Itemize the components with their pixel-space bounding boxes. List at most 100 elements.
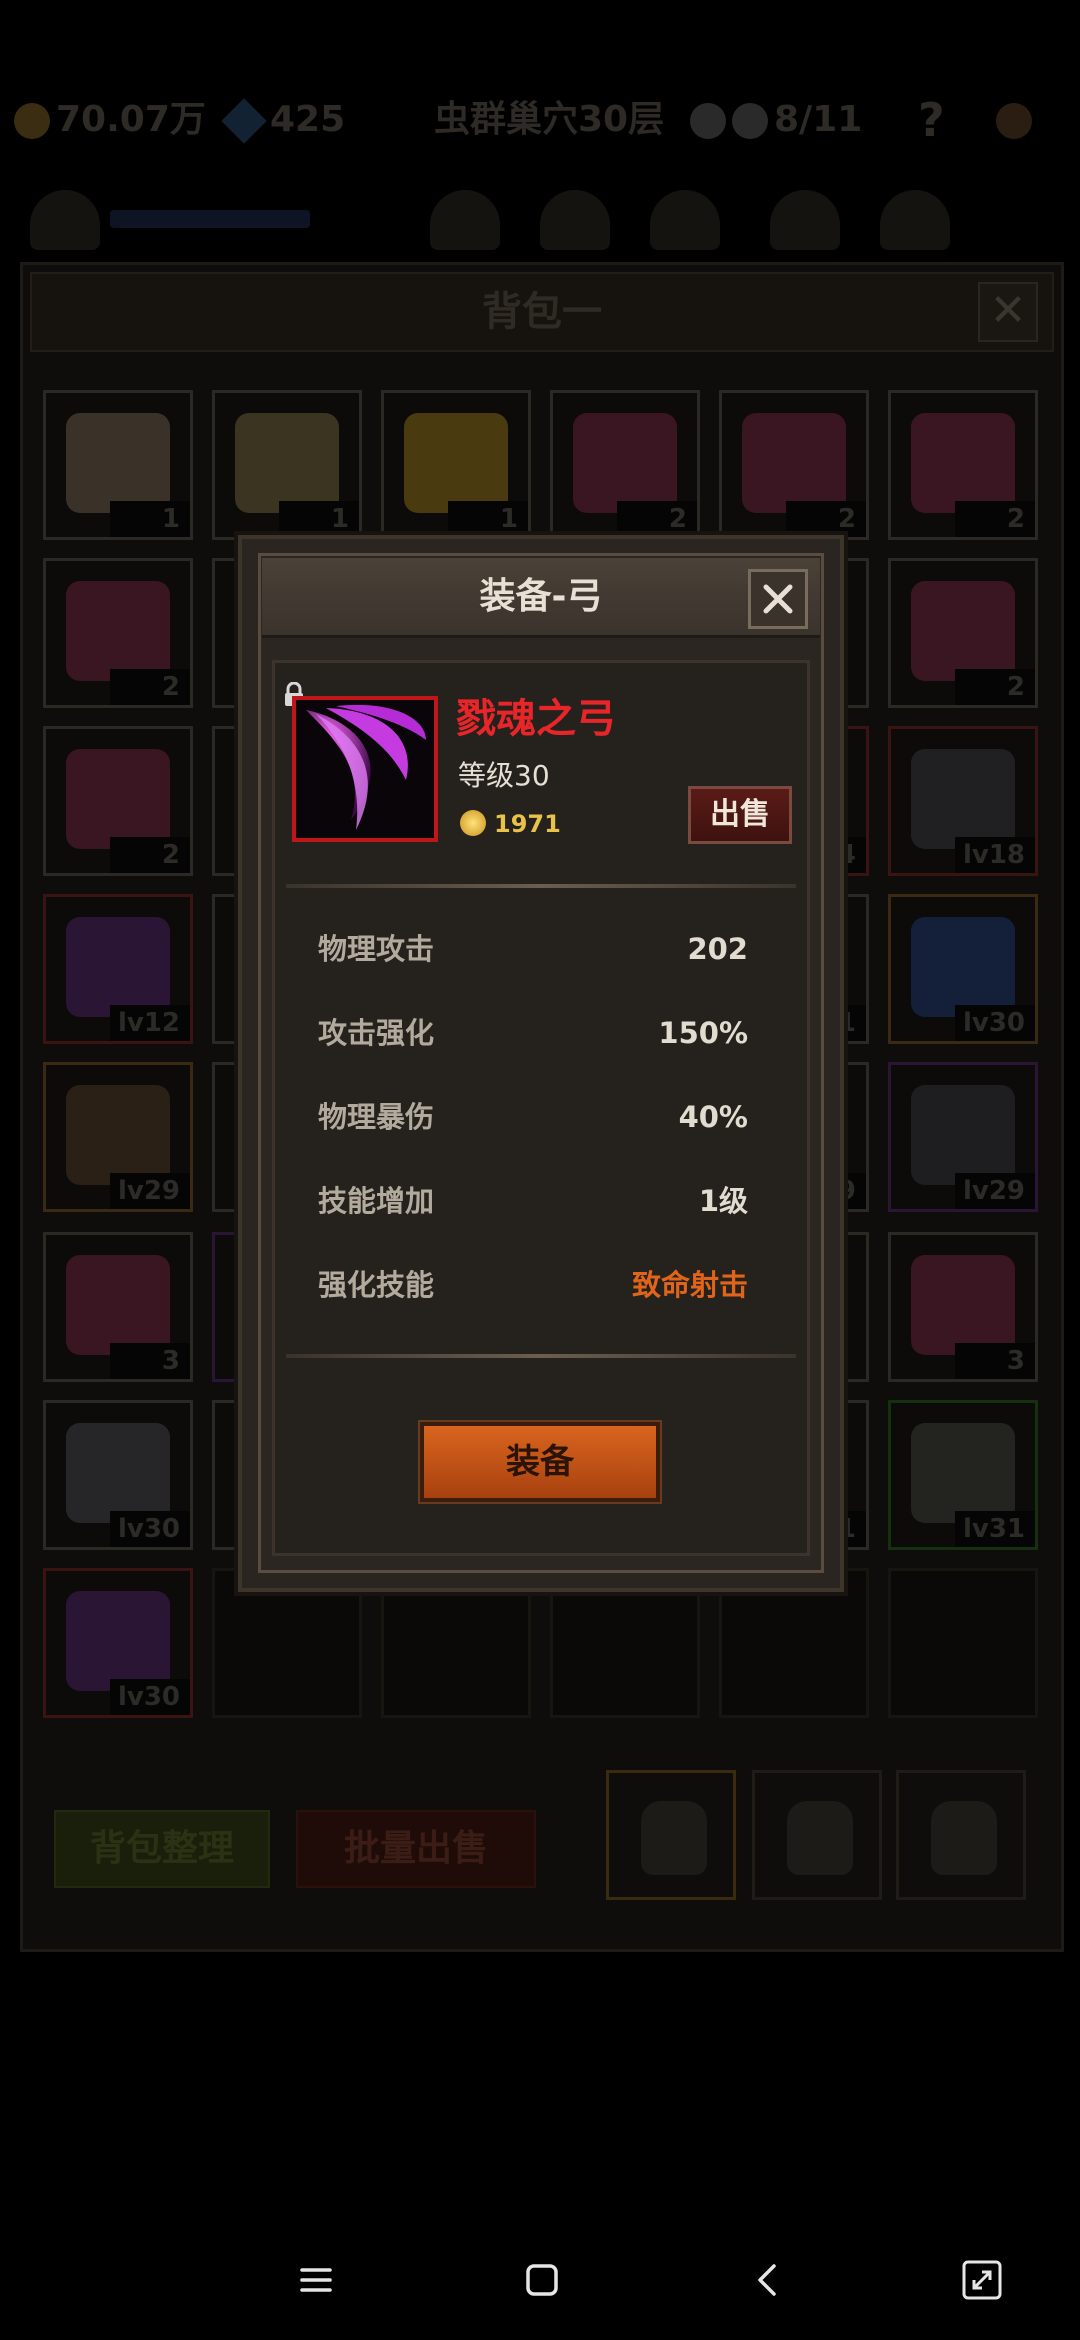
item-thumbnail: [66, 1255, 170, 1355]
bag-slot[interactable]: lv29: [888, 1062, 1038, 1212]
bag-slot[interactable]: lv12: [43, 894, 193, 1044]
bag-slot[interactable]: lv30: [888, 894, 1038, 1044]
slot-badge: lv29: [955, 1173, 1035, 1209]
item-level: 等级30: [458, 759, 550, 792]
slot-badge: 2: [110, 837, 190, 873]
menu-icon[interactable]: [286, 2250, 346, 2310]
item-thumbnail: [911, 1085, 1015, 1185]
stat-value: 150%: [658, 1016, 748, 1050]
gem-icon: [221, 98, 267, 144]
gem-counter: 425: [221, 80, 345, 160]
slot-badge: 1: [110, 501, 190, 537]
bag-slot[interactable]: lv29: [43, 1062, 193, 1212]
avatar: [770, 190, 840, 250]
item-thumbnail: [66, 749, 170, 849]
equip-button[interactable]: 装备: [420, 1422, 660, 1502]
stat-name: 物理暴伤: [318, 1100, 435, 1134]
dialog-title: 装备-弓: [262, 558, 820, 638]
skull-icon: [732, 103, 768, 139]
item-thumbnail: [911, 581, 1015, 681]
slot-badge: lv29: [110, 1173, 190, 1209]
bag-tab-3[interactable]: [896, 1770, 1026, 1900]
item-thumbnail: [911, 413, 1015, 513]
slot-badge: 1: [279, 501, 359, 537]
slot-badge: lv30: [110, 1679, 190, 1715]
item-thumbnail: [66, 413, 170, 513]
bag-slot[interactable]: 1: [43, 390, 193, 540]
item-thumbnail: [66, 1423, 170, 1523]
avatar: [650, 190, 720, 250]
item-thumbnail: [66, 581, 170, 681]
stat-name: 技能增加: [318, 1184, 435, 1218]
item-icon-frame: [292, 696, 438, 842]
key-icon: [690, 103, 726, 139]
slot-badge: lv18: [955, 837, 1035, 873]
item-price: 1971: [460, 806, 561, 842]
item-thumbnail: [911, 1255, 1015, 1355]
stat-value: 1级: [698, 1184, 748, 1218]
slot-badge: 2: [955, 501, 1035, 537]
bag-slot[interactable]: lv18: [888, 726, 1038, 876]
gold-counter: 70.07万: [14, 80, 206, 160]
settings-icon[interactable]: [996, 80, 1046, 160]
bag-slot[interactable]: [888, 1568, 1038, 1718]
avatar: [430, 190, 500, 250]
back-icon[interactable]: [738, 2250, 798, 2310]
rotate-icon[interactable]: [952, 2250, 1012, 2310]
slot-badge: 1: [448, 501, 528, 537]
home-icon[interactable]: [512, 2250, 572, 2310]
bag-slot[interactable]: lv31: [888, 1400, 1038, 1550]
item-name: 戮魂之弓: [456, 696, 616, 742]
item-thumbnail: [235, 413, 339, 513]
bag-title: 背包一: [30, 272, 1054, 352]
backpack-icon: [641, 1801, 707, 1875]
item-thumbnail: [66, 1591, 170, 1691]
slot-badge: lv30: [110, 1511, 190, 1547]
item-thumbnail: [742, 413, 846, 513]
slot-badge: lv12: [110, 1005, 190, 1041]
slot-badge: lv30: [955, 1005, 1035, 1041]
item-thumbnail: [66, 1085, 170, 1185]
slot-badge: 2: [786, 501, 866, 537]
bag-close-button[interactable]: ✕: [978, 282, 1038, 342]
stat-value: 40%: [678, 1100, 748, 1134]
avatar: [30, 190, 100, 250]
help-button[interactable]: ?: [918, 80, 945, 160]
bag-tab-1[interactable]: [606, 1770, 736, 1900]
divider: [286, 884, 796, 888]
stat-name: 物理攻击: [318, 932, 435, 966]
stat-name: 强化技能: [318, 1268, 435, 1302]
bag-slot[interactable]: 2: [550, 390, 700, 540]
sell-button[interactable]: 出售: [688, 786, 792, 844]
bag-tab-2[interactable]: [752, 1770, 882, 1900]
bag-slot[interactable]: 2: [888, 558, 1038, 708]
coin-icon: [460, 810, 486, 836]
bow-feather-icon: [296, 700, 434, 838]
top-status-bar: 70.07万 425 虫群巢穴30层 8/11 ?: [0, 80, 1080, 160]
bag-slot[interactable]: 2: [888, 390, 1038, 540]
bag-slot[interactable]: 1: [212, 390, 362, 540]
dialog-close-button[interactable]: [748, 569, 808, 629]
stat-name: 攻击强化: [318, 1016, 435, 1050]
backpack-icon: [931, 1801, 997, 1875]
location-label: 虫群巢穴30层: [434, 99, 665, 140]
bag-slot[interactable]: lv30: [43, 1568, 193, 1718]
health-bar: [110, 210, 310, 228]
bag-slot[interactable]: 2: [43, 558, 193, 708]
bag-slot[interactable]: 3: [888, 1232, 1038, 1382]
gold-icon: [14, 103, 50, 139]
sort-bag-button[interactable]: 背包整理: [54, 1810, 270, 1888]
kill-counter: 8/11: [690, 80, 862, 160]
bag-slot[interactable]: 1: [381, 390, 531, 540]
bag-slot[interactable]: 2: [43, 726, 193, 876]
bag-slot[interactable]: 3: [43, 1232, 193, 1382]
bag-slot[interactable]: lv30: [43, 1400, 193, 1550]
party-avatars: [0, 180, 1080, 250]
bulk-sell-button[interactable]: 批量出售: [296, 1810, 536, 1888]
item-thumbnail: [911, 917, 1015, 1017]
slot-badge: 3: [955, 1343, 1035, 1379]
slot-badge: lv31: [955, 1511, 1035, 1547]
slot-badge: 2: [110, 669, 190, 705]
item-thumbnail: [911, 749, 1015, 849]
bag-slot[interactable]: 2: [719, 390, 869, 540]
